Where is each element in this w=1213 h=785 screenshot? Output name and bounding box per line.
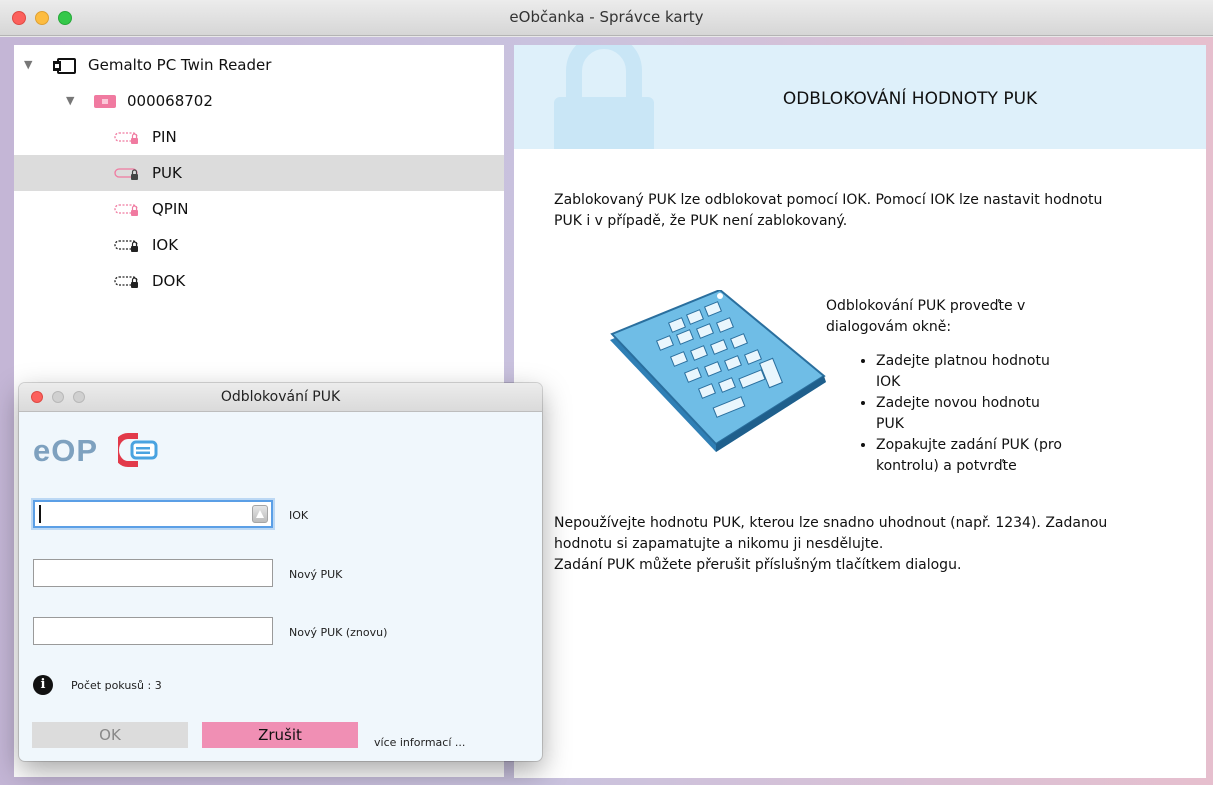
dialog-title: Odblokování PUK — [220, 389, 341, 405]
info-intro-line: Zablokovaný PUK lze odblokovat pomocí IO… — [554, 192, 1103, 208]
warning-line: hodnotu si zapamatujte a nikomu ji nesdě… — [554, 536, 884, 552]
step-item: Zadejte novou hodnotu PUK — [876, 393, 1066, 435]
tree-dok-label: DOK — [152, 272, 186, 290]
warning-line: Zadání PUK můžete přerušit příslušným tl… — [554, 557, 962, 573]
more-info-link[interactable]: více informací ... — [374, 736, 465, 749]
tree-reader-label: Gemalto PC Twin Reader — [88, 56, 272, 74]
tree-item-iok[interactable]: IOK — [14, 227, 504, 263]
main-window: eObčanka - Správce karty ▼ Gemalto PC Tw… — [0, 0, 1213, 785]
iok-input[interactable] — [33, 500, 273, 528]
info-title: ODBLOKOVÁNÍ HODNOTY PUK — [782, 89, 1038, 109]
warning-text: Nepoužívejte hodnotu PUK, kterou lze sna… — [554, 513, 1107, 576]
dialog-titlebar: Odblokování PUK — [19, 383, 542, 412]
new-puk-input[interactable] — [33, 559, 273, 587]
steps-list: Zadejte platnou hodnotu IOK Zadejte novo… — [826, 351, 1116, 477]
expand-arrow-icon[interactable]: ▼ — [66, 94, 74, 107]
info-panel: ODBLOKOVÁNÍ HODNOTY PUK Zablokovaný PUK … — [514, 45, 1206, 778]
tree-item-card[interactable]: ▼ 000068702 — [14, 83, 504, 119]
new-puk-label: Nový PUK — [289, 568, 343, 581]
tree-qpin-label: QPIN — [152, 200, 189, 218]
text-caret — [39, 505, 41, 523]
tree-puk-label: PUK — [152, 164, 182, 182]
steps-intro-line: Odblokování PUK proveďte v — [826, 298, 1026, 314]
attempts-count: Počet pokusů : 3 — [71, 679, 162, 692]
puk-key-icon — [114, 168, 138, 180]
tree-item-pin[interactable]: PIN — [14, 119, 504, 155]
iok-label: IOK — [289, 509, 309, 522]
tree-item-dok[interactable]: DOK — [14, 263, 504, 299]
eop-logo-icon — [118, 433, 158, 467]
iok-key-icon — [114, 240, 138, 252]
eop-logo-text: eOP — [33, 433, 99, 468]
cancel-button[interactable]: Zrušit — [202, 722, 358, 748]
steps-intro-line: dialogovám okně: — [826, 319, 952, 335]
info-header: ODBLOKOVÁNÍ HODNOTY PUK — [514, 45, 1206, 149]
step-item: Zadejte platnou hodnotu IOK — [876, 351, 1066, 393]
step-item: Zopakujte zadání PUK (pro kontrolu) a po… — [876, 435, 1096, 477]
tree-item-puk[interactable]: PUK — [14, 155, 504, 191]
tree-iok-label: IOK — [152, 236, 179, 254]
info-intro-line: PUK i v případě, že PUK není zablokovaný… — [554, 213, 848, 229]
keyboard-toggle-icon[interactable] — [252, 505, 268, 523]
tree-pin-label: PIN — [152, 128, 177, 146]
unblock-puk-dialog: Odblokování PUK eOP IOK Nový PUK Nový PU… — [19, 383, 542, 761]
tree-item-qpin[interactable]: QPIN — [14, 191, 504, 227]
expand-arrow-icon[interactable]: ▼ — [24, 58, 32, 71]
dok-key-icon — [114, 276, 138, 288]
card-reader-icon — [53, 58, 76, 74]
new-puk-again-label: Nový PUK (znovu) — [289, 626, 388, 639]
tree-item-reader[interactable]: ▼ Gemalto PC Twin Reader — [14, 47, 504, 83]
id-card-icon — [94, 95, 116, 108]
qpin-key-icon — [114, 204, 138, 216]
pin-key-icon — [114, 132, 138, 144]
window-titlebar: eObčanka - Správce karty — [0, 0, 1213, 36]
window-title: eObčanka - Správce karty — [509, 8, 704, 26]
tree-card-label: 000068702 — [127, 92, 213, 110]
warning-line: Nepoužívejte hodnotu PUK, kterou lze sna… — [554, 515, 1108, 531]
steps-block: Odblokování PUK proveďte v dialogovám ok… — [826, 296, 1116, 477]
info-intro: Zablokovaný PUK lze odblokovat pomocí IO… — [554, 190, 1102, 232]
ok-button[interactable]: OK — [32, 722, 188, 748]
new-puk-again-input[interactable] — [33, 617, 273, 645]
info-icon: i — [33, 675, 53, 695]
calculator-illustration — [610, 290, 826, 452]
